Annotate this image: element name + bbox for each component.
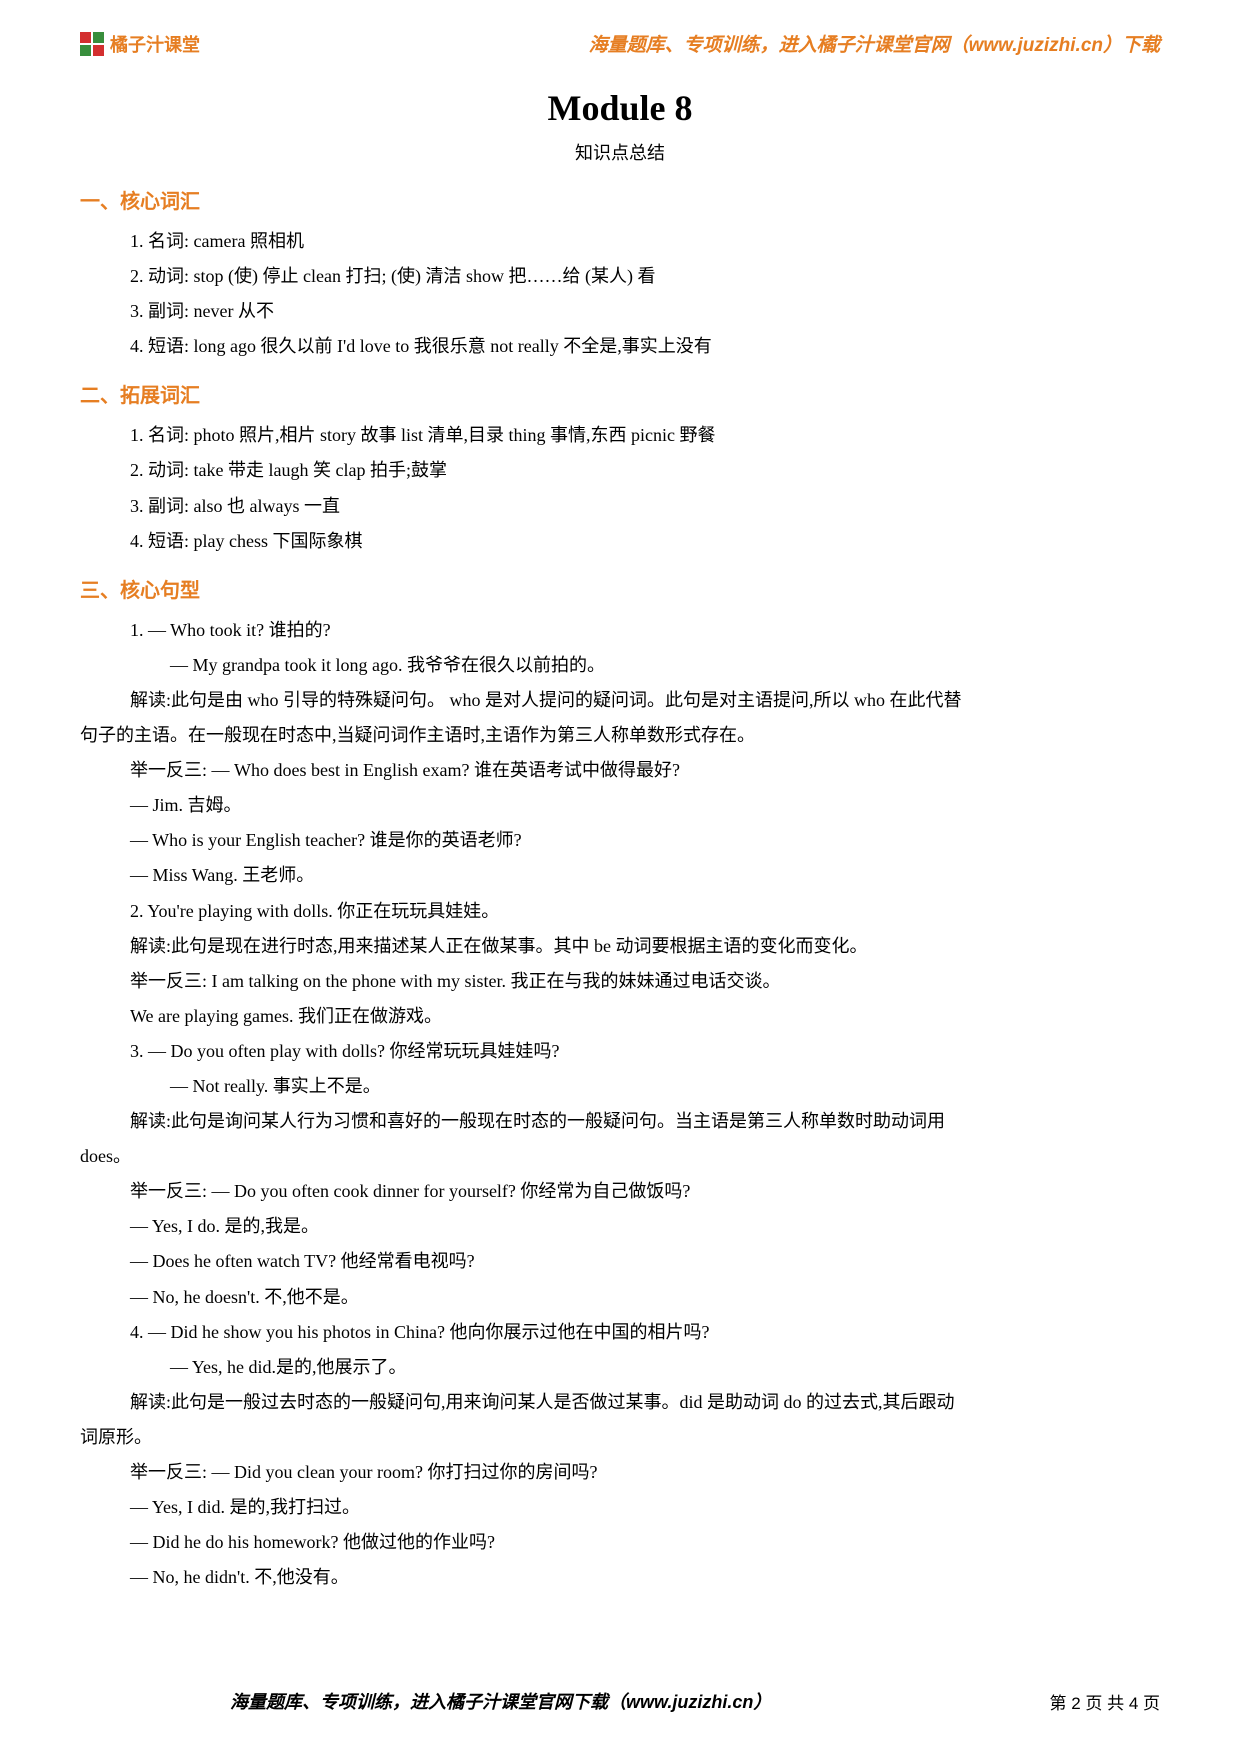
brand-logo: 橘子汁课堂 — [80, 31, 200, 57]
s1-line-2: 2. 动词: stop (使) 停止 clean 打扫; (使) 清洁 show… — [130, 259, 1160, 294]
s3-ex4f: — No, he didn't. 不,他没有。 — [80, 1560, 1160, 1595]
footer-banner: 海量题库、专项训练，进入橘子汁课堂官网下载（www.juzizhi.cn） — [230, 1688, 771, 1714]
s1-line-3: 3. 副词: never 从不 — [130, 294, 1160, 329]
section-1-heading: 一、核心词汇 — [80, 185, 1160, 214]
s3-ex3b: does。 — [80, 1139, 1160, 1174]
s3-a4: — Yes, he did.是的,他展示了。 — [80, 1350, 1160, 1385]
page-header: 橘子汁课堂 海量题库、专项训练，进入橘子汁课堂官网（www.juzizhi.cn… — [80, 30, 1160, 57]
logo-text: 橘子汁课堂 — [110, 31, 200, 57]
s2-line-3: 3. 副词: also 也 always 一直 — [130, 489, 1160, 524]
s1-line-1: 1. 名词: camera 照相机 — [130, 224, 1160, 259]
s3-q4: 4. — Did he show you his photos in China… — [130, 1315, 1160, 1350]
page-title: Module 8 — [80, 87, 1160, 129]
s3-ex2c: We are playing games. 我们正在做游戏。 — [80, 999, 1160, 1034]
logo-icon — [80, 32, 104, 56]
s3-ex2a: 解读:此句是现在进行时态,用来描述某人正在做某事。其中 be 动词要根据主语的变… — [80, 929, 1160, 964]
s3-ex1e: — Who is your English teacher? 谁是你的英语老师? — [80, 823, 1160, 858]
page-subtitle: 知识点总结 — [80, 139, 1160, 165]
s3-q3: 3. — Do you often play with dolls? 你经常玩玩… — [130, 1034, 1160, 1069]
s3-q1: 1. — Who took it? 谁拍的? — [130, 613, 1160, 648]
s3-a1: — My grandpa took it long ago. 我爷爷在很久以前拍… — [80, 648, 1160, 683]
header-banner: 海量题库、专项训练，进入橘子汁课堂官网（www.juzizhi.cn）下载 — [589, 30, 1160, 57]
s2-line-4: 4. 短语: play chess 下国际象棋 — [130, 524, 1160, 559]
page-number: 第 2 页 共 4 页 — [1049, 1689, 1160, 1714]
s2-line-2: 2. 动词: take 带走 laugh 笑 clap 拍手;鼓掌 — [130, 453, 1160, 488]
section-2-heading: 二、拓展词汇 — [80, 379, 1160, 408]
section-3-heading: 三、核心句型 — [80, 574, 1160, 603]
s3-ex4d: — Yes, I did. 是的,我打扫过。 — [80, 1490, 1160, 1525]
s3-ex1a: 解读:此句是由 who 引导的特殊疑问句。 who 是对人提问的疑问词。此句是对… — [80, 683, 1160, 718]
s3-ex3a: 解读:此句是询问某人行为习惯和喜好的一般现在时态的一般疑问句。当主语是第三人称单… — [80, 1104, 1160, 1139]
s1-line-4: 4. 短语: long ago 很久以前 I'd love to 我很乐意 no… — [130, 329, 1160, 364]
s3-ex1b: 句子的主语。在一般现在时态中,当疑问词作主语时,主语作为第三人称单数形式存在。 — [80, 718, 1160, 753]
s3-q2: 2. You're playing with dolls. 你正在玩玩具娃娃。 — [130, 894, 1160, 929]
s3-ex3d: — Yes, I do. 是的,我是。 — [80, 1209, 1160, 1244]
s3-a3: — Not really. 事实上不是。 — [80, 1069, 1160, 1104]
s3-ex2b: 举一反三: I am talking on the phone with my … — [80, 964, 1160, 999]
s3-ex3f: — No, he doesn't. 不,他不是。 — [80, 1280, 1160, 1315]
s3-ex4e: — Did he do his homework? 他做过他的作业吗? — [80, 1525, 1160, 1560]
s3-ex1c: 举一反三: — Who does best in English exam? 谁… — [80, 753, 1160, 788]
s3-ex3c: 举一反三: — Do you often cook dinner for you… — [80, 1174, 1160, 1209]
s3-ex4a: 解读:此句是一般过去时态的一般疑问句,用来询问某人是否做过某事。did 是助动词… — [80, 1385, 1160, 1420]
s2-line-1: 1. 名词: photo 照片,相片 story 故事 list 清单,目录 t… — [130, 418, 1160, 453]
s3-ex1d: — Jim. 吉姆。 — [80, 788, 1160, 823]
s3-ex1f: — Miss Wang. 王老师。 — [80, 858, 1160, 893]
s3-ex3e: — Does he often watch TV? 他经常看电视吗? — [80, 1244, 1160, 1279]
s3-ex4c: 举一反三: — Did you clean your room? 你打扫过你的房… — [80, 1455, 1160, 1490]
s3-ex4b: 词原形。 — [80, 1420, 1160, 1455]
page-footer: 海量题库、专项训练，进入橘子汁课堂官网下载（www.juzizhi.cn） 第 … — [80, 1688, 1160, 1714]
